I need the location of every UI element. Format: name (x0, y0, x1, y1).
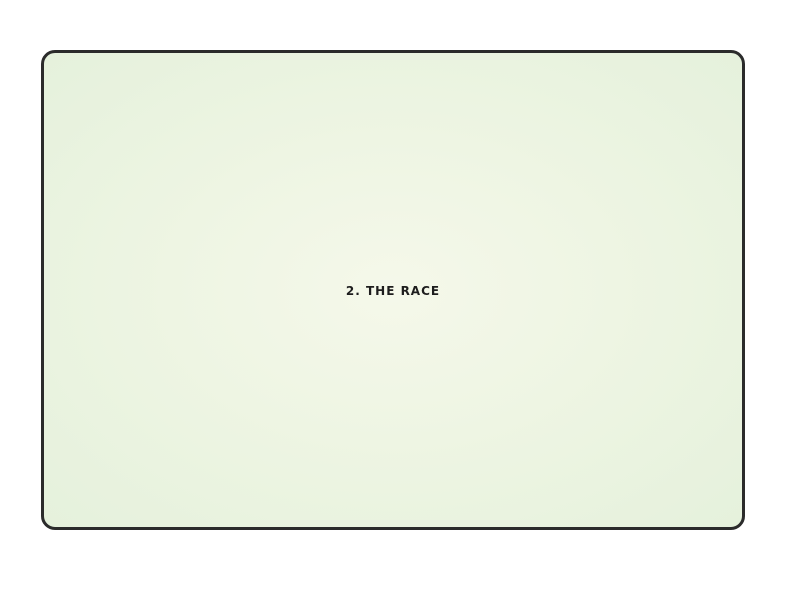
slide-title: 2. THE RACE (345, 284, 441, 298)
title-slide: 2. THE RACE (41, 50, 745, 530)
